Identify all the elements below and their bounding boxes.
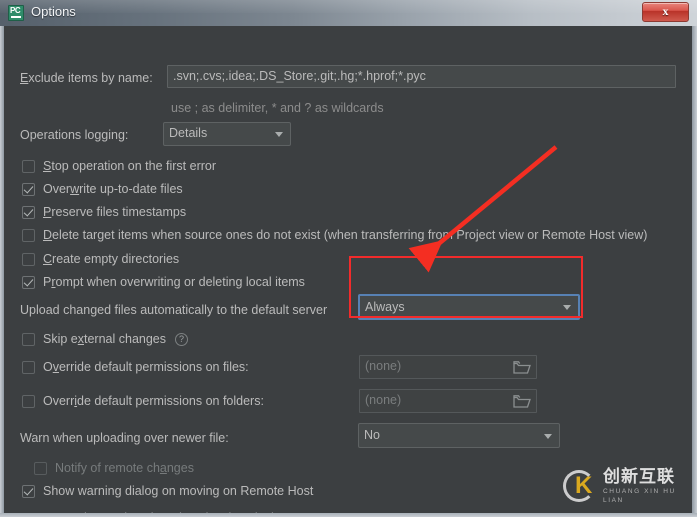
chevron-down-icon-warn (544, 433, 552, 439)
sftp-advanced-options-expander[interactable]: SFTP Advanced Options (IDE level setting… (22, 511, 276, 513)
checkbox-label-skip-external: Skip external changes (43, 332, 167, 346)
warn-uploading-value: No (364, 428, 380, 442)
checkbox-label-show-warning: Show warning dialog on moving on Remote … (43, 484, 314, 498)
checkbox-label-override-files: Override default permissions on files: (43, 360, 249, 374)
checkbox-label-prompt: Prompt when overwriting or deleting loca… (43, 275, 305, 289)
pycharm-icon-bar (11, 16, 21, 18)
options-dialog: PC Options x Exclude items by name: .svn… (0, 0, 697, 517)
checkbox-delete-target-items[interactable]: Delete target items when source ones do … (22, 226, 647, 244)
dialog-content: Exclude items by name: .svn;.cvs;.idea;.… (4, 26, 692, 513)
warn-uploading-label: Warn when uploading over newer file: (20, 431, 229, 445)
watermark-k: K (575, 472, 593, 499)
checkbox-override-permissions-files[interactable]: Override default permissions on files: (22, 358, 249, 376)
checkbox-prompt-when-overwriting[interactable]: Prompt when overwriting or deleting loca… (22, 273, 305, 291)
upload-changed-files-value: Always (365, 300, 405, 314)
help-icon[interactable]: ? (175, 332, 189, 346)
override-permissions-files-input[interactable]: (none) (359, 355, 537, 379)
operations-logging-label: Operations logging: (20, 128, 129, 142)
window-frame-right (692, 26, 697, 517)
pycharm-icon: PC (8, 5, 24, 21)
window-title: Options (31, 4, 76, 19)
override-permissions-folders-input[interactable]: (none) (359, 389, 537, 413)
checkbox-box-create-empty[interactable] (22, 252, 35, 266)
checkbox-label-stop-operation: Stop operation on the first error (43, 159, 217, 173)
warn-uploading-select[interactable]: No (358, 423, 560, 448)
chevron-down-icon (275, 132, 283, 137)
checkbox-label-override-folders: Override default permissions on folders: (43, 394, 264, 408)
checkbox-label-notify-remote: Notify of remote changes (55, 461, 194, 475)
checkbox-label-create-empty: Create empty directories (43, 252, 180, 266)
checkbox-create-empty-directories[interactable]: Create empty directories (22, 250, 179, 268)
checkbox-show-warning-dialog[interactable]: Show warning dialog on moving on Remote … (22, 482, 313, 500)
checkbox-label-overwrite: Overwrite up-to-date files (43, 182, 183, 196)
close-icon: x (662, 4, 669, 18)
checkbox-box-delete-target[interactable] (22, 228, 35, 242)
override-permissions-folders-value: (none) (365, 393, 402, 407)
close-button[interactable]: x (642, 2, 689, 22)
watermark-text: 创新互联 CHUANG XIN HU LIAN (603, 466, 687, 505)
sftp-advanced-options-label: SFTP Advanced Options (IDE level setting… (37, 511, 276, 513)
folder-icon-files[interactable] (513, 360, 531, 375)
checkbox-override-permissions-folders[interactable]: Override default permissions on folders: (22, 392, 264, 410)
checkbox-box-override-folders[interactable] (22, 394, 35, 408)
checkbox-box-prompt[interactable] (22, 275, 35, 289)
checkbox-skip-external-changes[interactable]: Skip external changes ? (22, 330, 189, 348)
checkbox-preserve-files-timestamps[interactable]: Preserve files timestamps (22, 203, 186, 221)
watermark-pinyin: CHUANG XIN HU LIAN (603, 487, 676, 504)
watermark-mark-icon: K (561, 466, 601, 506)
watermark-logo: K 创新互联 CHUANG XIN HU LIAN (561, 463, 687, 509)
checkbox-box-preserve[interactable] (22, 205, 35, 219)
checkbox-box-overwrite[interactable] (22, 182, 35, 196)
checkbox-box-notify-remote[interactable] (34, 461, 47, 475)
operations-logging-value: Details (169, 126, 208, 140)
checkbox-box-override-files[interactable] (22, 360, 35, 374)
exclude-items-label: Exclude items by name: (20, 70, 153, 86)
pycharm-icon-letters: PC (10, 6, 21, 15)
checkbox-box-skip-external[interactable] (22, 332, 35, 346)
checkbox-box-show-warning[interactable] (22, 484, 35, 498)
checkbox-box-stop-operation[interactable] (22, 159, 35, 173)
checkbox-label-preserve: Preserve files timestamps (43, 205, 187, 219)
upload-changed-files-select[interactable]: Always (358, 294, 580, 320)
checkbox-label-delete-target: Delete target items when source ones do … (43, 228, 648, 242)
checkbox-overwrite-up-to-date-files[interactable]: Overwrite up-to-date files (22, 180, 183, 198)
exclude-items-hint: use ; as delimiter, * and ? as wildcards (171, 101, 384, 115)
override-permissions-files-value: (none) (365, 359, 402, 373)
watermark-chinese: 创新互联 (603, 466, 675, 487)
title-bar: PC Options x (0, 0, 697, 26)
exclude-items-input[interactable]: .svn;.cvs;.idea;.DS_Store;.git;.hg;*.hpr… (167, 65, 676, 88)
chevron-down-icon-upload (563, 305, 571, 310)
titlebar-gloss (0, 0, 697, 13)
exclude-items-label-rest: xclude items by name: (28, 71, 153, 85)
upload-changed-files-label: Upload changed files automatically to th… (20, 303, 328, 317)
folder-icon-folders[interactable] (513, 394, 531, 409)
operations-logging-select[interactable]: Details (163, 122, 291, 146)
checkbox-notify-remote-changes[interactable]: Notify of remote changes (34, 459, 194, 477)
window-frame-bottom (0, 513, 697, 517)
checkbox-stop-operation-on-first-error[interactable]: Stop operation on the first error (22, 157, 216, 175)
